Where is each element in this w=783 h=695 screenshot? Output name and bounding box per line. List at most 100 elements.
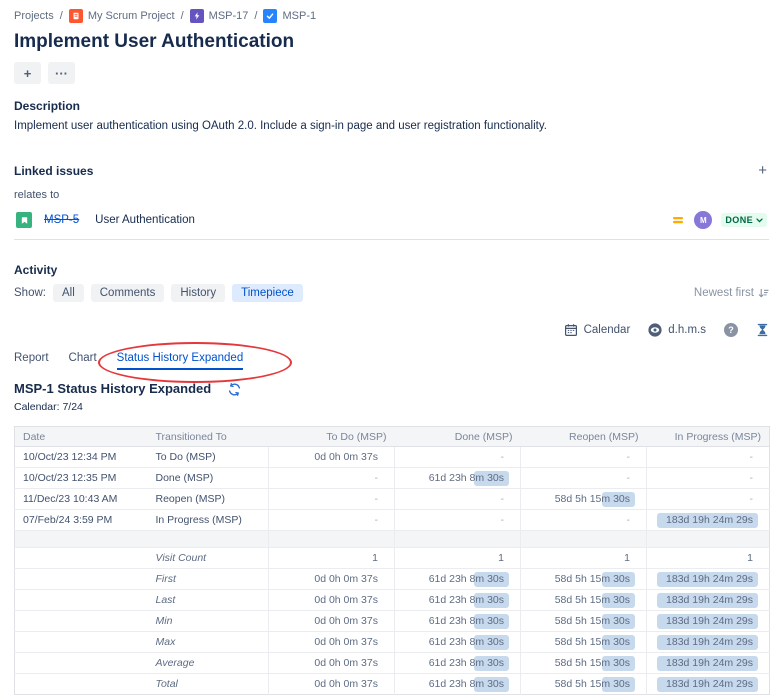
transition-cell: Reopen (MSP) <box>148 489 269 510</box>
linked-issue-row[interactable]: MSP-5 User Authentication M DONE <box>14 207 769 240</box>
assignee-avatar[interactable]: M <box>694 211 712 229</box>
summary-row: Last0d 0h 0m 37s61d 23h 8m 30s58d 5h 15m… <box>15 590 770 611</box>
duration-cell: 1 <box>269 548 395 569</box>
filter-history[interactable]: History <box>171 284 225 302</box>
duration-cell: 1 <box>521 548 647 569</box>
summary-row: Min0d 0h 0m 37s61d 23h 8m 30s58d 5h 15m … <box>15 611 770 632</box>
duration-cell: 0d 0h 0m 37s <box>269 447 395 468</box>
duration-cell: 61d 23h 8m 30s <box>395 468 521 489</box>
linked-issues-heading: Linked issues <box>14 164 93 178</box>
help-icon[interactable]: ? <box>724 323 738 337</box>
hourglass-icon[interactable] <box>756 323 769 337</box>
table-row: 10/Oct/23 12:35 PMDone (MSP)-61d 23h 8m … <box>15 468 770 489</box>
description-text: Implement user authentication using OAut… <box>14 120 769 132</box>
page-title: Implement User Authentication <box>14 31 769 53</box>
summary-label-cell: Max <box>148 632 269 653</box>
tab-report[interactable]: Report <box>14 352 49 370</box>
duration-cell: 183d 19h 24m 29s <box>647 653 770 674</box>
separator-cell <box>647 531 770 548</box>
format-label: d.h.m.s <box>668 324 706 336</box>
duration-cell: 0d 0h 0m 37s <box>269 611 395 632</box>
add-button[interactable]: + <box>14 62 41 84</box>
linked-issue-summary: User Authentication <box>95 214 195 226</box>
summary-label-cell: Visit Count <box>148 548 269 569</box>
linked-issue-key[interactable]: MSP-5 <box>44 214 79 226</box>
format-toggle[interactable]: d.h.m.s <box>648 323 706 337</box>
show-label: Show: <box>14 287 46 299</box>
column-header: To Do (MSP) <box>269 427 395 447</box>
duration-cell: 61d 23h 8m 30s <box>395 569 521 590</box>
empty-cell <box>15 653 148 674</box>
duration-cell: 183d 19h 24m 29s <box>647 632 770 653</box>
status-badge[interactable]: DONE <box>721 213 767 227</box>
report-heading: MSP-1 Status History Expanded <box>14 381 211 396</box>
more-button[interactable]: ··· <box>48 62 75 84</box>
table-body: 10/Oct/23 12:34 PMTo Do (MSP)0d 0h 0m 37… <box>15 447 770 695</box>
status-history-table: DateTransitioned ToTo Do (MSP)Done (MSP)… <box>14 426 770 695</box>
priority-medium-icon <box>671 213 685 227</box>
duration-cell: 58d 5h 15m 30s <box>521 590 647 611</box>
breadcrumb-project-link[interactable]: My Scrum Project <box>88 10 175 22</box>
add-link-icon[interactable]: + <box>756 163 769 178</box>
filter-comments[interactable]: Comments <box>91 284 165 302</box>
column-header: Date <box>15 427 148 447</box>
duration-cell: - <box>269 468 395 489</box>
duration-cell: 0d 0h 0m 37s <box>269 569 395 590</box>
breadcrumb-epic-link[interactable]: MSP-17 <box>209 10 249 22</box>
duration-cell: - <box>521 510 647 531</box>
duration-cell: 58d 5h 15m 30s <box>521 489 647 510</box>
sort-order-label: Newest first <box>694 287 754 299</box>
summary-row: First0d 0h 0m 37s61d 23h 8m 30s58d 5h 15… <box>15 569 770 590</box>
column-header: Transitioned To <box>148 427 269 447</box>
link-relation-label: relates to <box>14 189 769 201</box>
empty-cell <box>15 590 148 611</box>
transition-cell: To Do (MSP) <box>148 447 269 468</box>
duration-cell: 58d 5h 15m 30s <box>521 653 647 674</box>
duration-cell: - <box>269 489 395 510</box>
calendar-note: Calendar: 7/24 <box>14 401 769 413</box>
refresh-icon[interactable] <box>227 382 242 397</box>
date-cell: 07/Feb/24 3:59 PM <box>15 510 148 531</box>
transition-cell: Done (MSP) <box>148 468 269 489</box>
summary-row: Average0d 0h 0m 37s61d 23h 8m 30s58d 5h … <box>15 653 770 674</box>
empty-cell <box>15 632 148 653</box>
duration-cell: - <box>395 447 521 468</box>
tab-status-history-expanded[interactable]: Status History Expanded <box>117 352 244 370</box>
summary-label-cell: First <box>148 569 269 590</box>
timepiece-tabs: Report Chart Status History Expanded <box>14 352 769 370</box>
sort-order-button[interactable]: Newest first <box>694 287 769 299</box>
separator-cell <box>395 531 521 548</box>
description-heading: Description <box>14 99 769 113</box>
summary-row: Total0d 0h 0m 37s61d 23h 8m 30s58d 5h 15… <box>15 674 770 695</box>
duration-cell: 1 <box>647 548 770 569</box>
task-icon <box>263 9 277 23</box>
calendar-label: Calendar <box>584 324 631 336</box>
breadcrumb-projects-link[interactable]: Projects <box>14 10 54 22</box>
status-label: DONE <box>725 215 753 225</box>
story-icon <box>16 212 32 228</box>
summary-label-cell: Total <box>148 674 269 695</box>
duration-cell: - <box>647 489 770 510</box>
duration-cell: - <box>395 510 521 531</box>
breadcrumb-issue-link[interactable]: MSP-1 <box>282 10 316 22</box>
column-header: In Progress (MSP) <box>647 427 770 447</box>
duration-cell: 0d 0h 0m 37s <box>269 590 395 611</box>
date-cell: 10/Oct/23 12:34 PM <box>15 447 148 468</box>
activity-section: Activity Show: All Comments History Time… <box>14 263 769 302</box>
duration-cell: 61d 23h 8m 30s <box>395 632 521 653</box>
duration-cell: 183d 19h 24m 29s <box>647 510 770 531</box>
linked-issues-section: Linked issues + relates to MSP-5 User Au… <box>14 163 769 240</box>
filter-all[interactable]: All <box>53 284 84 302</box>
issue-page: Projects / My Scrum Project / MSP-17 / M… <box>0 0 783 695</box>
epic-icon <box>190 9 204 23</box>
timepiece-toolbar: Calendar d.h.m.s ? <box>14 323 769 337</box>
duration-cell: 61d 23h 8m 30s <box>395 590 521 611</box>
duration-cell: - <box>647 447 770 468</box>
issue-actions: + ··· <box>14 62 769 84</box>
duration-cell: 0d 0h 0m 37s <box>269 674 395 695</box>
filter-timepiece[interactable]: Timepiece <box>232 284 303 302</box>
table-header-row: DateTransitioned ToTo Do (MSP)Done (MSP)… <box>15 427 770 447</box>
duration-cell: 183d 19h 24m 29s <box>647 674 770 695</box>
calendar-toggle[interactable]: Calendar <box>564 323 631 337</box>
tab-chart[interactable]: Chart <box>69 352 97 370</box>
